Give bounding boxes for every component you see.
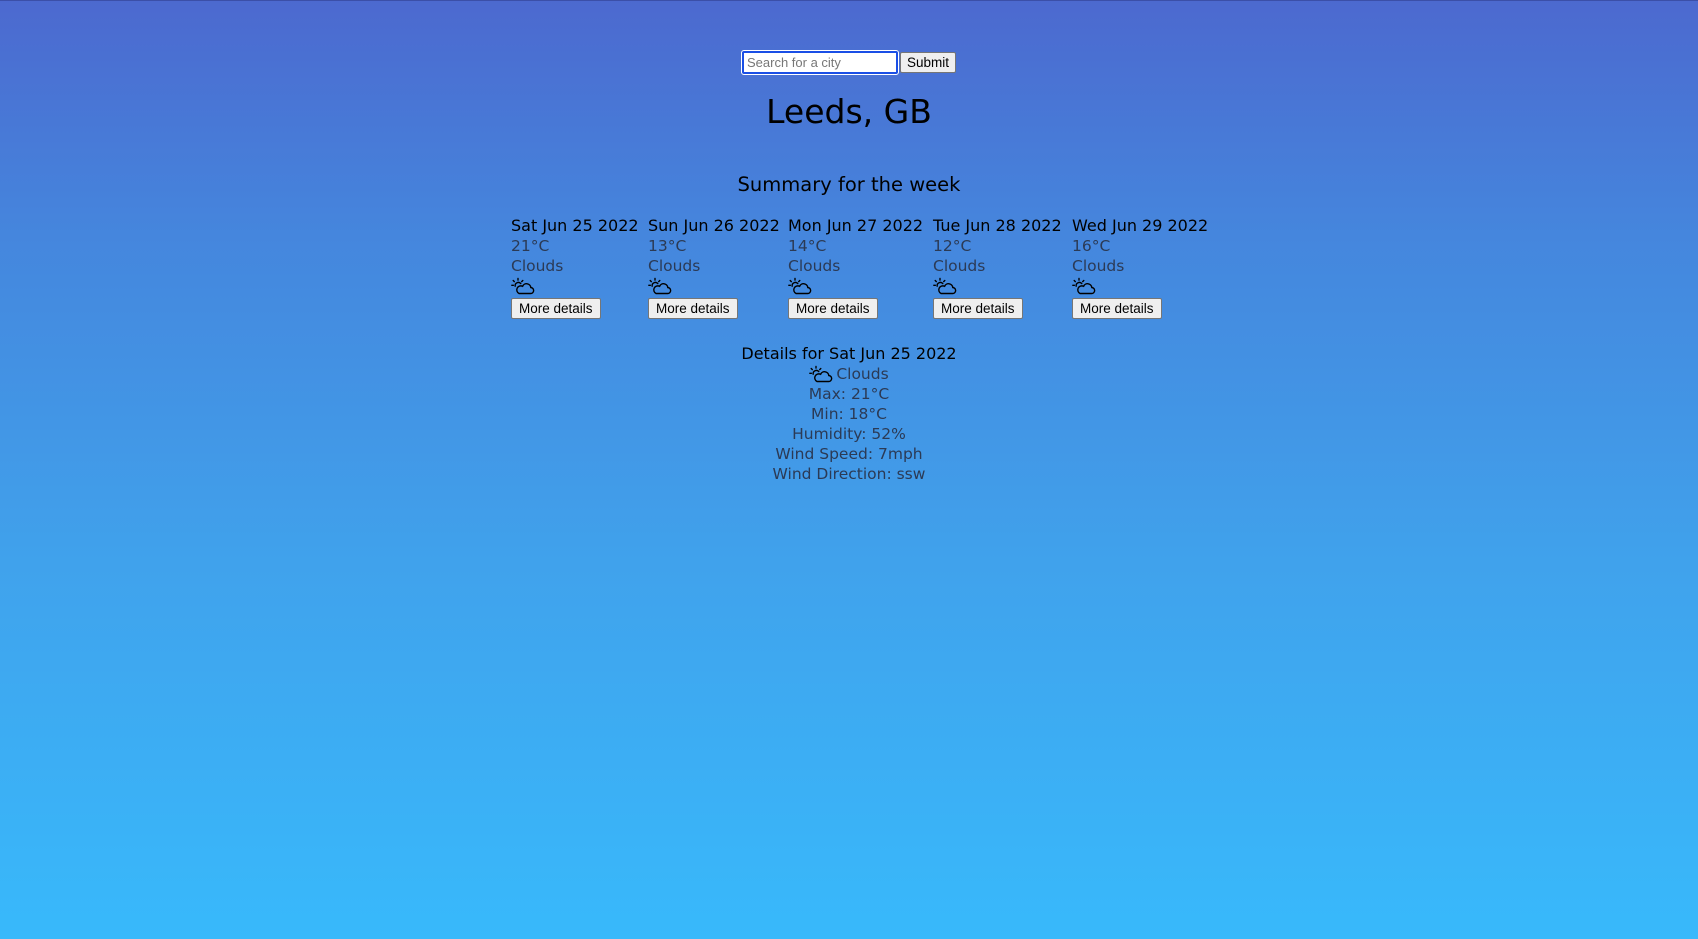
day-date: Sat Jun 25 2022	[511, 216, 639, 235]
more-details-button[interactable]: More details	[1072, 298, 1162, 319]
day-card: Sat Jun 25 2022 21°C Clouds More details	[511, 216, 648, 319]
details-panel: Details for Sat Jun 25 2022 Clouds Max: …	[0, 344, 1698, 484]
details-condition-row: Clouds	[0, 364, 1698, 384]
day-date: Wed Jun 29 2022	[1072, 216, 1209, 235]
location-title: Leeds, GB	[766, 92, 932, 131]
details-humidity: Humidity: 52%	[792, 425, 906, 443]
day-date: Tue Jun 28 2022	[933, 216, 1062, 235]
day-date: Mon Jun 27 2022	[788, 216, 924, 235]
more-details-button[interactable]: More details	[511, 298, 601, 319]
details-wind-direction: Wind Direction: ssw	[772, 465, 926, 483]
day-condition: Clouds	[648, 257, 701, 275]
day-temperature: 12°C	[933, 237, 972, 255]
search-form: Submit	[0, 50, 1698, 75]
partly-cloudy-icon	[933, 276, 957, 296]
day-card: Mon Jun 27 2022 14°C Clouds More details	[788, 216, 933, 319]
partly-cloudy-icon	[648, 276, 672, 296]
details-min-temp: Min: 18°C	[811, 405, 887, 423]
search-input[interactable]	[740, 50, 899, 75]
details-title: Details for Sat Jun 25 2022	[741, 344, 957, 363]
partly-cloudy-icon	[788, 276, 812, 296]
summary-title: Summary for the week	[737, 173, 961, 196]
day-temperature: 16°C	[1072, 237, 1111, 255]
submit-button[interactable]: Submit	[899, 52, 957, 73]
day-temperature: 13°C	[648, 237, 687, 255]
week-summary: Sat Jun 25 2022 21°C Clouds More details…	[511, 216, 1212, 319]
day-card: Sun Jun 26 2022 13°C Clouds More details	[648, 216, 788, 319]
more-details-button[interactable]: More details	[933, 298, 1023, 319]
day-card: Tue Jun 28 2022 12°C Clouds More details	[933, 216, 1072, 319]
partly-cloudy-icon	[1072, 276, 1096, 296]
day-condition: Clouds	[788, 257, 841, 275]
more-details-button[interactable]: More details	[788, 298, 878, 319]
day-condition: Clouds	[1072, 257, 1125, 275]
day-date: Sun Jun 26 2022	[648, 216, 780, 235]
day-temperature: 14°C	[788, 237, 827, 255]
day-temperature: 21°C	[511, 237, 550, 255]
day-condition: Clouds	[511, 257, 564, 275]
details-wind-speed: Wind Speed: 7mph	[775, 445, 923, 463]
day-card: Wed Jun 29 2022 16°C Clouds More details	[1072, 216, 1212, 319]
partly-cloudy-icon	[809, 365, 833, 383]
details-condition: Clouds	[836, 365, 889, 383]
day-condition: Clouds	[933, 257, 986, 275]
partly-cloudy-icon	[511, 276, 535, 296]
more-details-button[interactable]: More details	[648, 298, 738, 319]
details-max-temp: Max: 21°C	[808, 385, 890, 403]
window-top-border	[0, 0, 1698, 1]
